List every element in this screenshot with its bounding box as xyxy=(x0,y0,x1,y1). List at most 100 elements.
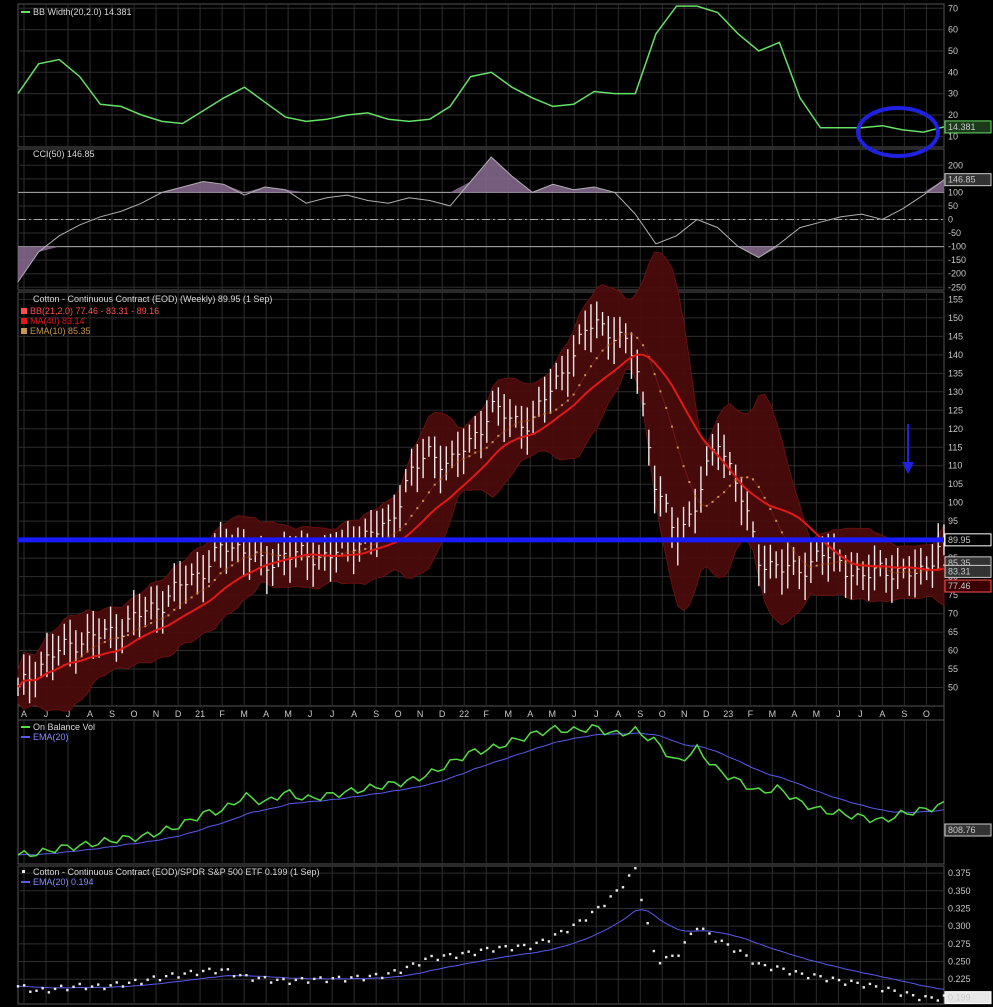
month-label: A xyxy=(21,709,27,719)
ema-dot xyxy=(740,476,743,479)
price-legend-swatch xyxy=(21,328,27,334)
ema-dot xyxy=(555,408,558,411)
ratio-dot xyxy=(418,964,421,967)
bbwidth-tick: 70 xyxy=(948,3,958,13)
ratio-dot xyxy=(856,981,859,985)
ema-dot xyxy=(896,571,899,574)
ratio-dot xyxy=(276,978,279,982)
ratio-dot xyxy=(60,984,63,988)
bollinger-band xyxy=(17,251,945,712)
price-tick: 140 xyxy=(948,350,963,360)
ema-dot xyxy=(341,552,344,555)
month-label: A xyxy=(527,709,533,719)
ema-dot xyxy=(723,491,726,494)
ema-dot xyxy=(398,529,401,532)
ratio-dot xyxy=(115,981,118,984)
ema-dot xyxy=(780,531,783,534)
cci-fill-high xyxy=(18,157,944,193)
ratio-dot xyxy=(374,972,378,976)
ema-dot xyxy=(132,630,135,633)
ema-dot xyxy=(375,542,378,545)
ema-dot xyxy=(312,557,315,560)
ratio-dot xyxy=(424,957,427,961)
ratio-last: 0.199 xyxy=(948,993,971,1003)
price-tick: 50 xyxy=(948,683,958,693)
ema-dot xyxy=(636,336,639,339)
panel-frame-ratio xyxy=(17,865,945,1005)
ratio-dot xyxy=(677,954,680,957)
panel-frame-obv xyxy=(17,719,945,865)
ratio-tick: 0.350 xyxy=(948,886,971,896)
ema-dot xyxy=(537,414,540,417)
ema-dot xyxy=(549,411,552,414)
cci-tick: 100 xyxy=(948,187,963,197)
month-label: J xyxy=(594,709,599,719)
ema-dot xyxy=(561,404,564,407)
ema-dot xyxy=(908,571,911,574)
ratio-dot xyxy=(84,987,88,991)
ratio-dot xyxy=(844,983,847,986)
month-label: S xyxy=(109,709,115,719)
ema-dot xyxy=(798,556,801,559)
ema-dot xyxy=(242,557,245,560)
ratio-dot xyxy=(183,972,186,975)
ema-dot xyxy=(827,562,830,565)
bbwidth-line xyxy=(17,5,945,133)
price-badge: 77.46 xyxy=(948,581,971,591)
ema-dot xyxy=(566,399,569,402)
ema-dot xyxy=(213,579,216,582)
ratio-dot xyxy=(695,927,699,931)
ema-dot xyxy=(595,357,598,360)
cci-tick: -150 xyxy=(948,255,966,265)
month-label: D xyxy=(703,709,710,719)
ema-dot xyxy=(225,567,228,570)
bbwidth-tick: 50 xyxy=(948,46,958,56)
ratio-dot xyxy=(78,982,81,986)
ema-dot xyxy=(462,458,465,461)
ratio-dot xyxy=(479,948,483,951)
ratio-dot xyxy=(584,919,588,922)
price-tick: 150 xyxy=(948,313,963,323)
ratio-dot xyxy=(405,965,409,969)
ema-dot xyxy=(364,548,367,551)
ratio-legend-swatch xyxy=(22,870,25,873)
ratio-tick: 0.275 xyxy=(948,939,971,949)
ratio-dot xyxy=(214,972,217,975)
ratio-dot xyxy=(393,969,396,972)
month-label: S xyxy=(637,709,643,719)
month-label: A xyxy=(879,709,885,719)
ratio-dot xyxy=(269,981,273,984)
ratio-dot xyxy=(868,982,872,986)
ratio-dot xyxy=(782,967,785,970)
ratio-dot xyxy=(887,986,890,990)
ratio-dot xyxy=(455,956,458,960)
month-label: J xyxy=(308,709,313,719)
price-tick: 130 xyxy=(948,387,963,397)
month-label: M xyxy=(504,709,512,719)
ema-dot xyxy=(474,451,477,454)
ratio-dot xyxy=(171,972,174,975)
ratio-dot xyxy=(72,985,75,989)
ratio-dot xyxy=(714,940,717,943)
ratio-dot xyxy=(671,954,674,957)
ratio-dot xyxy=(652,949,656,953)
ema-dot xyxy=(202,588,205,591)
ratio-dot xyxy=(232,975,236,978)
ratio-dot xyxy=(177,976,180,979)
ratio-dot xyxy=(288,982,291,985)
ratio-dot xyxy=(516,944,520,947)
ema-dot xyxy=(618,336,621,339)
ratio-dot xyxy=(381,976,384,980)
ratio-dot xyxy=(597,905,600,909)
ema-dot xyxy=(358,550,361,553)
ema-dot xyxy=(439,478,442,481)
ema-dot xyxy=(497,434,500,437)
ema-dot xyxy=(184,600,187,603)
ratio-dot xyxy=(195,973,199,977)
price-tick: 95 xyxy=(948,516,958,526)
ema-dot xyxy=(254,553,257,556)
ratio-dot xyxy=(745,954,748,957)
ratio-dot xyxy=(467,950,470,953)
ratio-dot xyxy=(646,922,649,925)
ema-dot xyxy=(306,555,309,558)
